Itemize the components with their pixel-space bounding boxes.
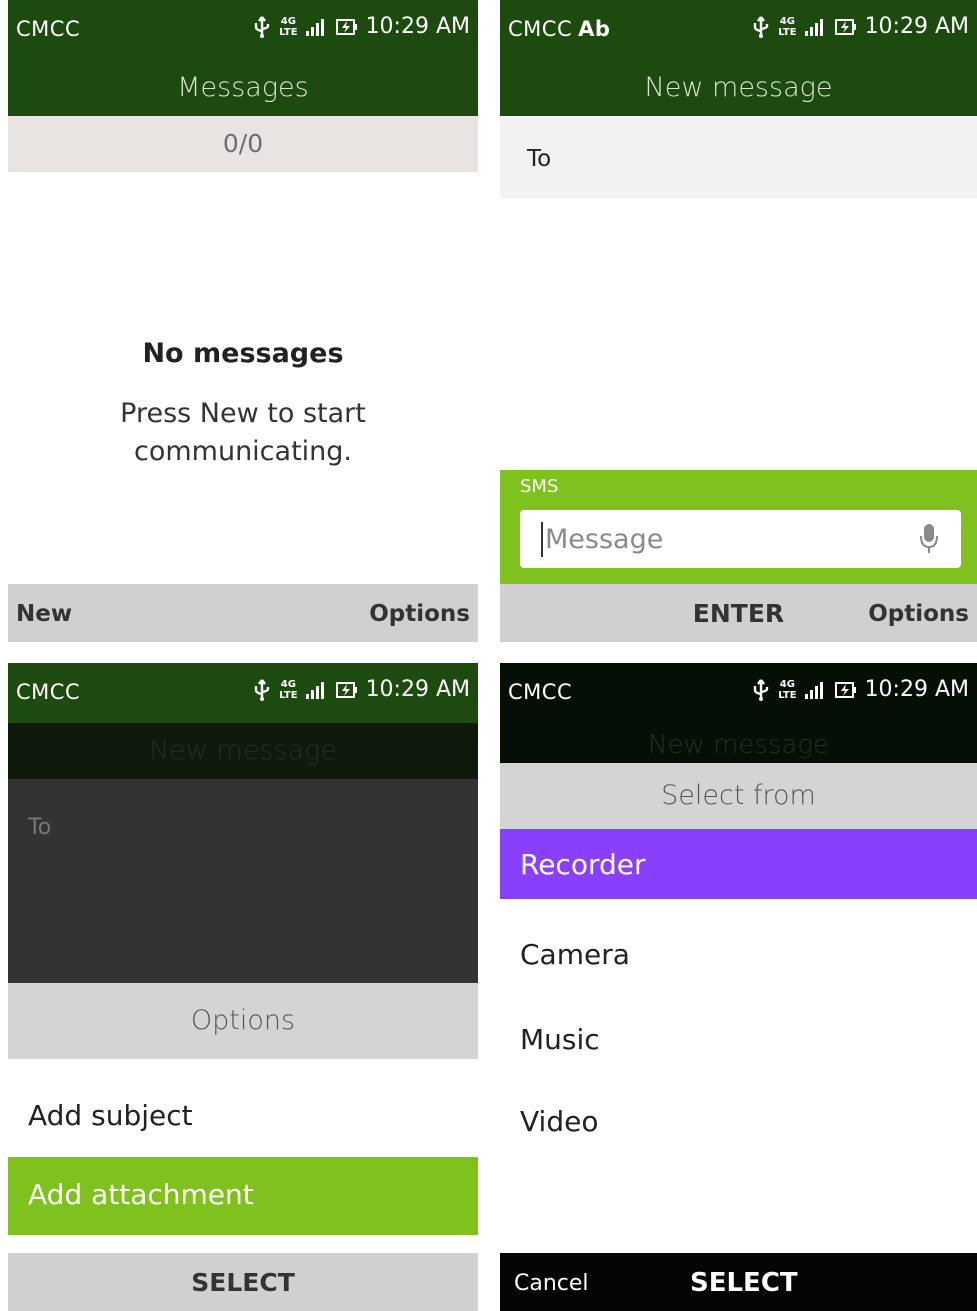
input-mode-indicator: Ab — [578, 17, 611, 41]
status-bar: CMCC 4G LTE 10:29 AM — [500, 663, 977, 723]
usb-icon — [253, 678, 271, 702]
carrier-label: CMCC — [508, 680, 573, 704]
empty-state-description: Press New to start communicating. — [120, 398, 366, 467]
usb-icon — [253, 15, 271, 39]
page-title: New message — [500, 60, 977, 116]
menu-item-music[interactable]: Music — [500, 1006, 977, 1074]
menu-item-recorder[interactable]: Recorder — [500, 829, 977, 899]
menu-item-add-attachment[interactable]: Add attachment — [8, 1157, 478, 1235]
to-label: To — [28, 815, 52, 840]
network-type-icon: 4G LTE — [778, 15, 797, 38]
microphone-icon[interactable] — [919, 522, 939, 560]
battery-charging-icon — [335, 17, 358, 37]
carrier-label: CMCC — [16, 17, 81, 41]
sms-mode-label: SMS — [520, 476, 559, 497]
network-type-icon: 4G LTE — [279, 678, 298, 701]
text-caret — [541, 522, 543, 557]
new-message-screen: CMCC Ab 4G LTE 10:29 AM New message To SMS… — [500, 0, 977, 642]
clock: 10:29 AM — [864, 677, 969, 702]
status-bar: CMCC Ab 4G LTE 10:29 AM — [500, 0, 977, 60]
page-title-dimmed: New message — [8, 723, 478, 779]
menu-item-camera[interactable]: Camera — [500, 921, 977, 989]
status-bar: CMCC 4G LTE 10:29 AM — [8, 663, 478, 723]
page-title: Messages — [8, 60, 478, 116]
carrier-label: CMCC — [16, 680, 81, 704]
softkey-bar: New Options — [8, 584, 478, 642]
clock: 10:29 AM — [365, 14, 470, 39]
signal-icon — [305, 17, 328, 37]
battery-charging-icon — [834, 17, 857, 37]
signal-icon — [305, 680, 328, 700]
select-softkey[interactable]: SELECT — [8, 1268, 478, 1297]
message-counter: 0/0 — [8, 116, 478, 172]
select-from-header: Select from — [500, 763, 977, 829]
softkey-bar: ENTER Options — [500, 584, 977, 642]
menu-item-video[interactable]: Video — [500, 1088, 977, 1156]
to-label: To — [527, 146, 552, 172]
network-type-icon: 4G LTE — [279, 15, 298, 38]
messages-screen: CMCC 4G LTE 10:29 AM Messages 0/0 No mess… — [8, 0, 478, 642]
compose-bar: SMS Message — [500, 470, 977, 588]
battery-charging-icon — [834, 680, 857, 700]
options-menu-header: Options — [8, 983, 478, 1059]
empty-state-title: No messages — [142, 338, 344, 369]
menu-item-add-subject[interactable]: Add subject — [8, 1082, 478, 1150]
signal-icon — [804, 17, 827, 37]
clock: 10:29 AM — [365, 677, 470, 702]
cancel-softkey[interactable]: Cancel — [514, 1271, 589, 1296]
softkey-bar: Cancel SELECT — [500, 1253, 977, 1311]
page-title-dimmed: New message — [500, 723, 977, 763]
clock: 10:29 AM — [864, 14, 969, 39]
options-softkey[interactable]: Options — [868, 601, 969, 627]
options-menu-screen: CMCC 4G LTE 10:29 AM New message To Optio… — [8, 663, 478, 1311]
carrier-label: CMCC — [508, 17, 573, 41]
usb-icon — [752, 678, 770, 702]
softkey-bar: SELECT — [8, 1253, 478, 1311]
select-softkey[interactable]: SELECT — [690, 1268, 977, 1298]
select-source-screen: CMCC 4G LTE 10:29 AM New message Select f… — [500, 663, 977, 1311]
usb-icon — [752, 15, 770, 39]
options-softkey[interactable]: Options — [369, 601, 470, 627]
battery-charging-icon — [335, 680, 358, 700]
new-softkey[interactable]: New — [16, 601, 72, 627]
recipient-field[interactable]: To — [500, 116, 977, 198]
dimmed-background: To — [8, 779, 478, 983]
message-input[interactable]: Message — [520, 510, 961, 568]
network-type-icon: 4G LTE — [778, 678, 797, 701]
status-bar: CMCC 4G LTE 10:29 AM — [8, 0, 478, 60]
signal-icon — [804, 680, 827, 700]
message-placeholder: Message — [545, 524, 664, 555]
